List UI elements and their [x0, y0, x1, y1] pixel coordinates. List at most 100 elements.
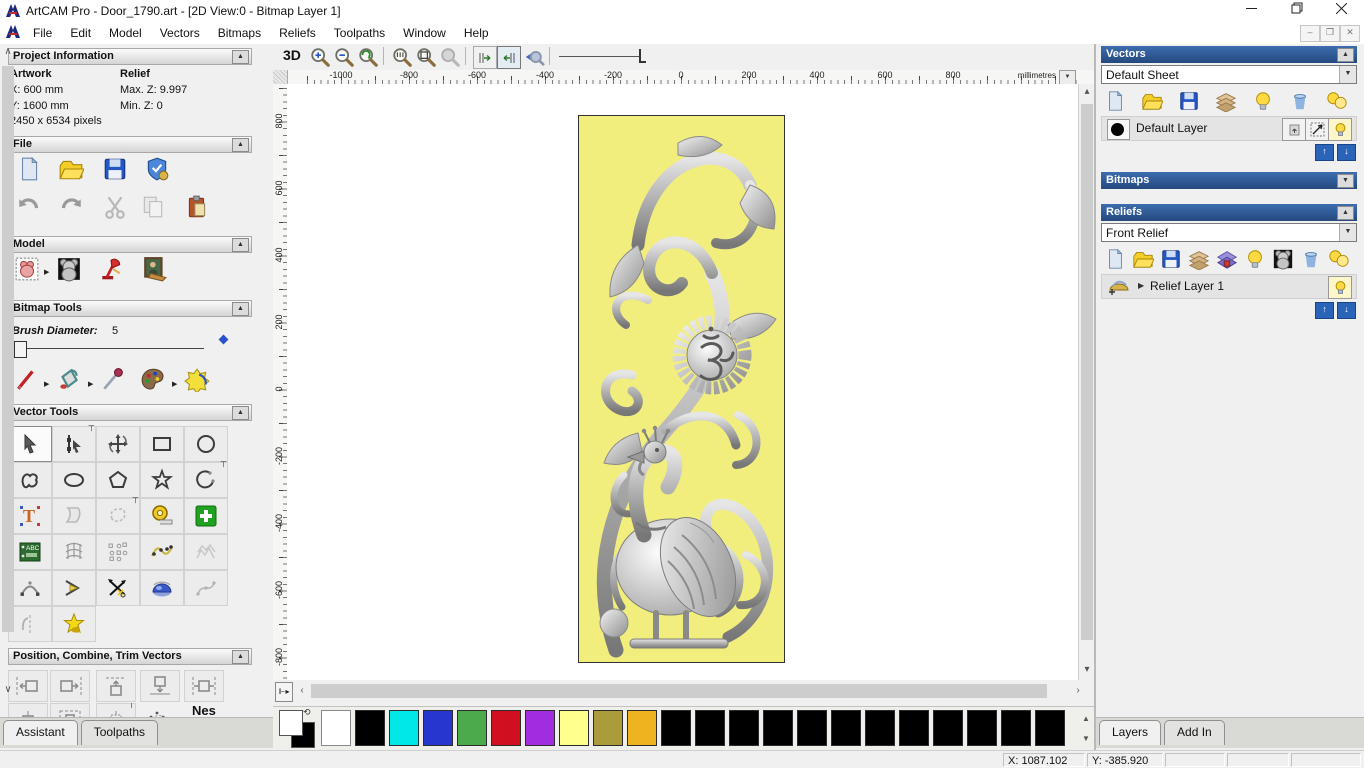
collapse-icon[interactable]: ▲ — [1337, 48, 1354, 62]
new-model-button[interactable] — [16, 156, 50, 186]
fade-slider-track[interactable] — [559, 56, 639, 57]
stack-relief-button[interactable] — [1216, 248, 1242, 272]
assistant-scrollbar[interactable]: ∧ ∨ — [0, 44, 16, 700]
menu-reliefs[interactable]: Reliefs — [270, 22, 325, 44]
expander-icon[interactable]: ▶ — [1138, 281, 1144, 290]
move-relief-down-button[interactable]: ↓ — [1337, 302, 1356, 319]
switch-3d-view-button[interactable]: 3D — [283, 47, 301, 63]
menu-vectors[interactable]: Vectors — [151, 22, 209, 44]
horizontal-scrollbar[interactable]: ‹ › — [295, 682, 1085, 700]
palette-swatch[interactable] — [865, 710, 895, 746]
zoom-out-button[interactable] — [333, 46, 355, 68]
text-block-tool[interactable]: ABC — [8, 534, 52, 570]
nesting-dots-icon[interactable] — [140, 703, 178, 718]
extrude-tool[interactable] — [140, 570, 184, 606]
select-tool[interactable] — [8, 426, 52, 462]
scrollbar-thumb[interactable] — [1081, 104, 1093, 640]
collapse-icon[interactable]: ▲ — [232, 650, 249, 664]
palette-swatch[interactable] — [661, 710, 691, 746]
flood-fill-button[interactable] — [56, 366, 90, 396]
create-arc-tool[interactable]: ⊤ — [184, 460, 228, 498]
align-bottom-button[interactable] — [140, 670, 180, 702]
palette-swatch[interactable] — [355, 710, 385, 746]
relief-dropdown[interactable]: Front Relief ▼ — [1101, 223, 1357, 242]
greyscale-model-button[interactable] — [56, 256, 90, 286]
save-model-button[interactable] — [102, 156, 136, 186]
menu-toolpaths[interactable]: Toolpaths — [325, 22, 394, 44]
fit-arcs-tool[interactable] — [8, 570, 52, 606]
close-button[interactable] — [1319, 0, 1364, 22]
menu-model[interactable]: Model — [100, 22, 151, 44]
palette-swatch[interactable] — [695, 710, 725, 746]
flyout-arrow-icon[interactable]: ▶ — [88, 380, 93, 388]
palette-scroll-up-icon[interactable]: ▲ — [1080, 711, 1092, 727]
brush-slider-handle[interactable] — [14, 341, 27, 358]
relief-layer-visibility-button[interactable] — [1328, 276, 1352, 299]
move-layer-up-button[interactable]: ↑ — [1315, 144, 1334, 161]
relief-layer-row[interactable]: ▶ Relief Layer 1 — [1101, 274, 1357, 299]
vector-layer-row[interactable]: Default Layer — [1101, 116, 1357, 141]
centre-vectors-button[interactable] — [50, 703, 90, 718]
section-header-model[interactable]: Model ▲ — [8, 236, 252, 253]
zoom-1to1-button[interactable] — [391, 46, 413, 68]
toggle-relief-visibility-button[interactable] — [1244, 248, 1270, 272]
collapse-icon[interactable]: ▲ — [232, 138, 249, 152]
palette-swatch[interactable] — [627, 710, 657, 746]
copy-button[interactable] — [140, 194, 174, 224]
colour-picker-button[interactable] — [100, 366, 134, 396]
palette-swatch[interactable] — [559, 710, 589, 746]
pan-view-button[interactable]: ⊩▸ — [275, 682, 293, 702]
cut-button[interactable] — [102, 194, 136, 224]
tab-add-in[interactable]: Add In — [1164, 720, 1225, 745]
nesting-button[interactable]: Nes — [192, 703, 216, 718]
vector-texture-tool[interactable] — [184, 534, 228, 570]
flyout-arrow-icon[interactable]: ▶ — [172, 380, 177, 388]
lighting-button[interactable] — [98, 256, 132, 286]
all-relief-visibility-button[interactable] — [1328, 248, 1354, 272]
palette-swatch[interactable] — [321, 710, 351, 746]
palette-swatch[interactable] — [457, 710, 487, 746]
paste-along-curve-tool[interactable] — [140, 534, 184, 570]
palette-button[interactable] — [140, 366, 174, 396]
zoom-object-button[interactable] — [439, 46, 461, 68]
collapse-icon[interactable]: ▲ — [232, 406, 249, 420]
collapse-icon[interactable]: ▲ — [232, 50, 249, 64]
palette-swatch[interactable] — [831, 710, 861, 746]
collapse-icon[interactable]: ▲ — [232, 238, 249, 252]
expand-icon[interactable]: ▼ — [1337, 174, 1354, 188]
offset-vector-tool[interactable]: ⊤ — [96, 496, 140, 534]
flyout-arrow-icon[interactable]: ▶ — [44, 380, 49, 388]
palette-swatch[interactable] — [423, 710, 453, 746]
palette-swatch[interactable] — [967, 710, 997, 746]
save-relief-button[interactable] — [1160, 248, 1186, 272]
section-header-vector-tools[interactable]: Vector Tools ▲ — [8, 404, 252, 421]
tab-assistant[interactable]: Assistant — [3, 720, 78, 745]
greyscale-preview-button[interactable] — [1272, 248, 1298, 272]
bisect-lines-tool[interactable] — [52, 570, 96, 606]
create-rectangle-tool[interactable] — [140, 426, 184, 462]
menu-bitmaps[interactable]: Bitmaps — [209, 22, 270, 44]
mdi-close-button[interactable]: ✕ — [1340, 25, 1360, 42]
palette-swatch[interactable] — [525, 710, 555, 746]
section-header-file[interactable]: File ▲ — [8, 136, 252, 153]
paste-centre-tool[interactable] — [184, 498, 228, 534]
menu-window[interactable]: Window — [394, 22, 455, 44]
vector-doctor-tool[interactable] — [52, 606, 96, 642]
transform-tool[interactable] — [96, 426, 140, 462]
menu-edit[interactable]: Edit — [61, 22, 100, 44]
undo-button[interactable] — [16, 194, 50, 224]
measure-tool[interactable] — [140, 498, 184, 534]
palette-swatch[interactable] — [933, 710, 963, 746]
open-vector-layers-button[interactable] — [1141, 90, 1167, 114]
reliefs-section-header[interactable]: Reliefs ▲ — [1101, 204, 1357, 221]
move-layer-down-button[interactable]: ↓ — [1337, 144, 1356, 161]
tab-layers[interactable]: Layers — [1099, 720, 1162, 745]
merge-relief-button[interactable] — [1188, 248, 1214, 272]
scrollbar-thumb[interactable] — [311, 684, 1047, 698]
vertical-scrollbar[interactable]: ▴ ▾ — [1078, 84, 1095, 680]
texture-relief-button[interactable] — [142, 256, 176, 286]
snap-to-layer-button[interactable] — [1305, 118, 1329, 141]
create-circle-tool[interactable] — [184, 426, 228, 462]
reduce-colours-button[interactable] — [184, 366, 218, 396]
paste-button[interactable] — [184, 194, 218, 224]
